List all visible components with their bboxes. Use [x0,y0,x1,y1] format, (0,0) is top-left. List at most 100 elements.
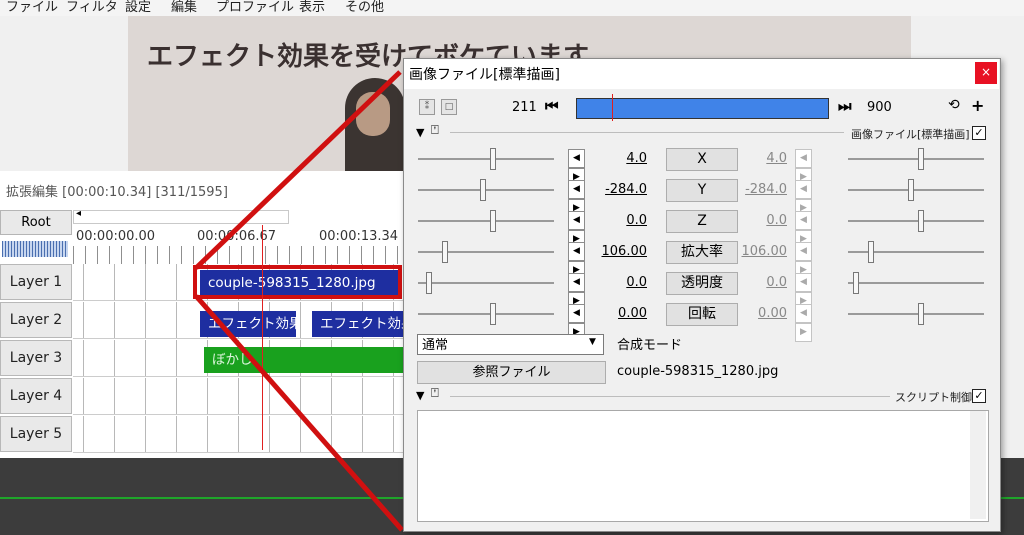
menu-profile[interactable]: プロファイル [216,0,294,15]
param-end-slider-track[interactable] [848,220,984,222]
step-left-icon[interactable]: ◀ [568,180,585,199]
frame-seekbar[interactable] [576,98,829,119]
layer-header-3[interactable]: Layer 3 [0,340,72,376]
param-end-stepper[interactable]: ◀▶ [795,273,829,311]
layer-header-4[interactable]: Layer 4 [0,378,72,414]
param-end-value[interactable]: 4.0 [737,151,787,166]
param-end-slider-thumb[interactable] [918,148,924,170]
scroll-left-icon[interactable]: ◂ [76,208,81,219]
param-end-value[interactable]: 0.0 [737,213,787,228]
mouse-icon[interactable]: ⍞ [431,123,439,138]
reference-file-button[interactable]: 参照ファイル [417,361,606,384]
close-icon[interactable]: × [975,62,997,84]
zoom-gauge[interactable] [2,241,68,257]
param-slider-track[interactable] [418,251,554,253]
add-filter-icon[interactable]: + [971,96,984,115]
menu-filter[interactable]: フィルタ [66,0,118,15]
root-button[interactable]: Root [0,210,72,235]
timeline-scrollbar[interactable] [73,210,289,224]
param-slider-thumb[interactable] [426,272,432,294]
param-start-value[interactable]: 0.0 [597,213,647,228]
seek-marker[interactable] [612,94,613,121]
param-end-slider-thumb[interactable] [853,272,859,294]
step-left-icon[interactable]: ◀ [568,211,585,230]
menu-file[interactable]: ファイル [6,0,58,15]
param-end-slider-thumb[interactable] [918,210,924,232]
param-end-slider-thumb[interactable] [908,179,914,201]
param-end-value[interactable]: 0.0 [737,275,787,290]
param-end-value[interactable]: 0.00 [737,306,787,321]
menu-other[interactable]: その他 [345,0,384,15]
step-left-icon[interactable]: ◀ [795,211,812,230]
param-name-button[interactable]: 拡大率 [666,241,738,264]
param-slider-track[interactable] [418,220,554,222]
step-left-icon[interactable]: ◀ [795,304,812,323]
param-end-slider-thumb[interactable] [868,241,874,263]
script-textarea[interactable] [417,410,989,522]
prev-frame-icon[interactable]: ⏮ [545,97,559,115]
param-slider-track[interactable] [418,189,554,191]
param-slider-thumb[interactable] [490,210,496,232]
param-end-stepper[interactable]: ◀▶ [795,180,829,218]
param-slider-thumb[interactable] [442,241,448,263]
next-frame-icon[interactable]: ⏭ [838,97,852,115]
mouse-icon[interactable]: ⍞ [431,386,439,401]
param-end-slider-track[interactable] [848,189,984,191]
menu-settings[interactable]: 設定 [125,0,151,15]
param-start-value[interactable]: -284.0 [597,182,647,197]
step-left-icon[interactable]: ◀ [795,242,812,261]
step-left-icon[interactable]: ◀ [568,304,585,323]
param-start-value[interactable]: 0.00 [597,306,647,321]
step-left-icon[interactable]: ◀ [795,180,812,199]
menu-edit[interactable]: 編集 [171,0,197,15]
step-left-icon[interactable]: ◀ [795,149,812,168]
clip-text-2[interactable]: エフェクト効果を [312,311,405,337]
step-left-icon[interactable]: ◀ [568,149,585,168]
step-right-icon[interactable]: ▶ [795,323,812,342]
param-end-slider-track[interactable] [848,158,984,160]
param-slider-thumb[interactable] [480,179,486,201]
blend-mode-select[interactable]: 通常 [417,334,604,355]
param-slider-thumb[interactable] [490,148,496,170]
section-enable-checkbox[interactable]: ✓ [972,126,986,140]
param-end-slider-track[interactable] [848,282,984,284]
script-control-checkbox[interactable]: ✓ [972,389,986,403]
param-slider-thumb[interactable] [490,303,496,325]
step-left-icon[interactable]: ◀ [568,242,585,261]
clip-blur[interactable]: ぼかし [204,347,405,373]
layer-lane-5[interactable] [73,416,405,453]
menu-view[interactable]: 表示 [299,0,325,15]
collapse-triangle-icon[interactable]: ▼ [416,126,424,139]
param-end-slider-track[interactable] [848,313,984,315]
collapse-triangle-icon[interactable]: ▼ [416,389,424,402]
time-ruler[interactable] [73,246,405,264]
param-start-value[interactable]: 106.00 [597,244,648,259]
step-left-icon[interactable]: ◀ [568,273,585,292]
split-icon[interactable]: ⁑ [419,99,435,115]
undo-icon[interactable]: ⟲ [948,97,960,113]
layer-lane-4[interactable] [73,378,405,415]
param-name-button[interactable]: X [666,148,738,171]
param-slider-track[interactable] [418,158,554,160]
layer-header-5[interactable]: Layer 5 [0,416,72,452]
param-end-stepper[interactable]: ◀▶ [795,242,829,280]
param-end-stepper[interactable]: ◀▶ [795,304,829,342]
param-end-value[interactable]: -284.0 [737,182,787,197]
frame-icon[interactable]: □ [441,99,457,115]
param-name-button[interactable]: Z [666,210,738,233]
param-slider-track[interactable] [418,282,554,284]
clip-text-1[interactable]: エフェクト効果を [200,311,296,337]
param-end-slider-thumb[interactable] [918,303,924,325]
param-slider-track[interactable] [418,313,554,315]
param-name-button[interactable]: 透明度 [666,272,738,295]
param-end-stepper[interactable]: ◀▶ [795,211,829,249]
param-end-value[interactable]: 106.00 [737,244,788,259]
param-name-button[interactable]: 回転 [666,303,738,326]
layer-header-2[interactable]: Layer 2 [0,302,72,338]
param-start-value[interactable]: 4.0 [597,151,647,166]
layer-header-1[interactable]: Layer 1 [0,264,72,300]
param-end-stepper[interactable]: ◀▶ [795,149,829,187]
param-name-button[interactable]: Y [666,179,738,202]
step-left-icon[interactable]: ◀ [795,273,812,292]
script-scrollbar[interactable] [970,411,986,519]
